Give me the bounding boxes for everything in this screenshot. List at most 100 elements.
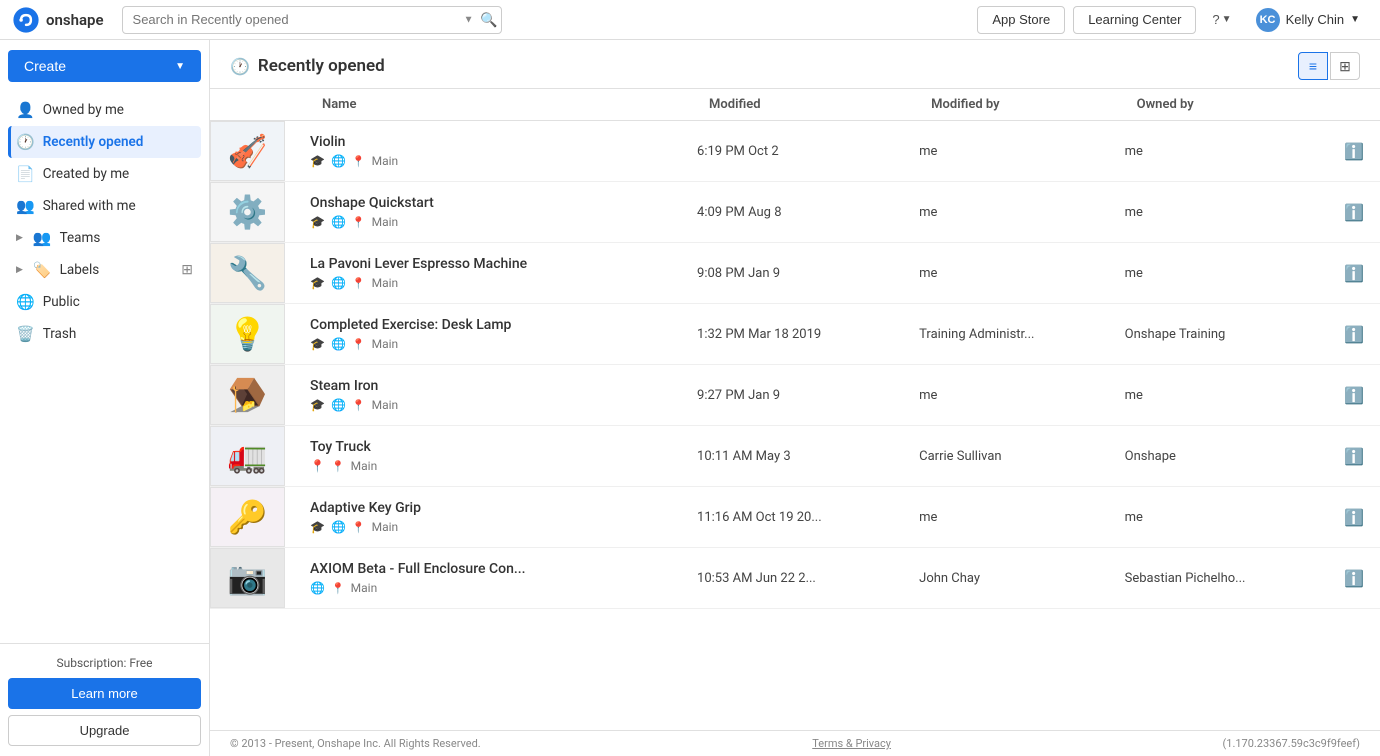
version-text: (1.170.23367.59c3c9f9feef) xyxy=(1223,737,1360,750)
thumb-emoji: 🎻 xyxy=(228,132,268,170)
item-owned-by-cell: Onshape Training xyxy=(1125,304,1340,365)
item-info-icon-cell[interactable]: ℹ️ xyxy=(1340,182,1380,243)
logo[interactable]: onshape xyxy=(12,6,104,34)
type-icon: 🎓 xyxy=(310,398,325,412)
item-info-icon-cell[interactable]: ℹ️ xyxy=(1340,365,1380,426)
table-row[interactable]: 🚛 Toy Truck 📍 📍 Main 10:11 AM May 3 Carr… xyxy=(210,426,1380,487)
visibility-icon: 🌐 xyxy=(331,520,346,534)
search-input[interactable] xyxy=(122,6,502,34)
sidebar-item-label: Public xyxy=(43,294,80,310)
item-thumbnail: 🔑 xyxy=(210,487,285,547)
page-title: Recently opened xyxy=(258,56,385,76)
item-meta: 🎓 🌐 📍 Main xyxy=(310,520,697,534)
thumb-emoji: 🚛 xyxy=(228,437,268,475)
item-info-icon-cell[interactable]: ℹ️ xyxy=(1340,243,1380,304)
sidebar-item-created-by-me[interactable]: 📄 Created by me xyxy=(8,158,201,190)
thumb-emoji: ⚙️ xyxy=(228,193,268,231)
sidebar-item-recently-opened[interactable]: 🕐 Recently opened xyxy=(8,126,201,158)
item-thumbnail-cell: 🔑 xyxy=(210,487,310,548)
sidebar-bottom: Subscription: Free Learn more Upgrade xyxy=(0,643,209,756)
labels-add-icon[interactable]: ⊞ xyxy=(181,262,193,278)
item-modified-by-cell: me xyxy=(919,243,1124,304)
thumb-emoji: 🔑 xyxy=(228,498,268,536)
footer: © 2013 - Present, Onshape Inc. All Right… xyxy=(210,730,1380,756)
item-info: Completed Exercise: Desk Lamp 🎓 🌐 📍 Main xyxy=(310,317,697,351)
table-row[interactable]: 📷 AXIOM Beta - Full Enclosure Con... 🌐 📍… xyxy=(210,548,1380,609)
item-name: AXIOM Beta - Full Enclosure Con... xyxy=(310,561,697,577)
item-name: Onshape Quickstart xyxy=(310,195,697,211)
item-name: Completed Exercise: Desk Lamp xyxy=(310,317,697,333)
branch-icon: 📍 xyxy=(352,216,366,229)
learn-more-button[interactable]: Learn more xyxy=(8,678,201,709)
item-meta: 🎓 🌐 📍 Main xyxy=(310,276,697,290)
item-owned-by-cell: me xyxy=(1125,182,1340,243)
branch-name: Main xyxy=(372,276,399,290)
table-row[interactable]: 🎻 Violin 🎓 🌐 📍 Main 6:19 PM Oct 2 me me … xyxy=(210,121,1380,182)
search-button[interactable]: 🔍 xyxy=(480,11,497,28)
help-icon: ? xyxy=(1212,12,1219,27)
table-row[interactable]: ⚙️ Onshape Quickstart 🎓 🌐 📍 Main 4:09 PM… xyxy=(210,182,1380,243)
item-name-cell: Completed Exercise: Desk Lamp 🎓 🌐 📍 Main xyxy=(310,304,697,365)
item-meta: 🌐 📍 Main xyxy=(310,581,697,595)
table-row[interactable]: 🔧 La Pavoni Lever Espresso Machine 🎓 🌐 📍… xyxy=(210,243,1380,304)
thumb-emoji: 💡 xyxy=(228,315,268,353)
col-modified: Modified xyxy=(697,89,919,121)
create-button[interactable]: Create ▼ xyxy=(8,50,201,82)
nav-right: App Store Learning Center ? ▼ KC Kelly C… xyxy=(977,6,1368,34)
branch-icon: 📍 xyxy=(331,582,345,595)
content-header: 🕐 Recently opened ≡ ⊞ xyxy=(210,40,1380,89)
sidebar-item-owned-by-me[interactable]: 👤 Owned by me xyxy=(8,94,201,126)
col-info xyxy=(1340,89,1380,121)
item-thumbnail: 📷 xyxy=(210,548,285,608)
item-info-icon-cell[interactable]: ℹ️ xyxy=(1340,426,1380,487)
visibility-icon: 🌐 xyxy=(331,398,346,412)
item-modified-cell: 10:53 AM Jun 22 2... xyxy=(697,548,919,609)
sidebar-item-trash[interactable]: 🗑️ Trash xyxy=(8,318,201,350)
item-info-icon-cell[interactable]: ℹ️ xyxy=(1340,487,1380,548)
help-button[interactable]: ? ▼ xyxy=(1204,6,1239,34)
item-info: Onshape Quickstart 🎓 🌐 📍 Main xyxy=(310,195,697,229)
thumb-emoji: 🔧 xyxy=(228,254,268,292)
type-icon: 🎓 xyxy=(310,337,325,351)
item-modified-by-cell: John Chay xyxy=(919,548,1124,609)
item-name-cell: Steam Iron 🎓 🌐 📍 Main xyxy=(310,365,697,426)
item-modified-cell: 10:11 AM May 3 xyxy=(697,426,919,487)
sidebar-item-labels[interactable]: ▶ 🏷️ Labels ⊞ xyxy=(8,254,201,286)
branch-name: Main xyxy=(372,154,399,168)
learning-center-button[interactable]: Learning Center xyxy=(1073,6,1196,34)
search-dropdown-arrow-icon[interactable]: ▼ xyxy=(464,14,474,25)
item-owned-by-cell: Sebastian Pichelho... xyxy=(1125,548,1340,609)
item-info-icon-cell[interactable]: ℹ️ xyxy=(1340,548,1380,609)
list-view-button[interactable]: ≡ xyxy=(1298,52,1328,80)
sidebar-item-label: Owned by me xyxy=(43,102,124,118)
table-row[interactable]: 🔑 Adaptive Key Grip 🎓 🌐 📍 Main 11:16 AM … xyxy=(210,487,1380,548)
user-menu-button[interactable]: KC Kelly Chin ▼ xyxy=(1248,6,1368,34)
labels-chevron-icon: ▶ xyxy=(16,265,23,275)
item-name-cell: AXIOM Beta - Full Enclosure Con... 🌐 📍 M… xyxy=(310,548,697,609)
table-row[interactable]: 💡 Completed Exercise: Desk Lamp 🎓 🌐 📍 Ma… xyxy=(210,304,1380,365)
item-thumbnail: ⚙️ xyxy=(210,182,285,242)
share-icon: 👥 xyxy=(16,197,35,215)
sidebar-item-teams[interactable]: ▶ 👥 Teams xyxy=(8,222,201,254)
type-icon: 🎓 xyxy=(310,215,325,229)
recently-opened-clock-icon: 🕐 xyxy=(230,57,250,76)
item-info-icon-cell[interactable]: ℹ️ xyxy=(1340,121,1380,182)
item-info: La Pavoni Lever Espresso Machine 🎓 🌐 📍 M… xyxy=(310,256,697,290)
sidebar-item-label: Trash xyxy=(43,326,77,342)
item-modified-cell: 9:08 PM Jan 9 xyxy=(697,243,919,304)
sidebar-item-shared-with-me[interactable]: 👥 Shared with me xyxy=(8,190,201,222)
teams-icon: 👥 xyxy=(33,229,52,247)
visibility-icon: 🌐 xyxy=(310,581,325,595)
sidebar-item-public[interactable]: 🌐 Public xyxy=(8,286,201,318)
terms-link[interactable]: Terms & Privacy xyxy=(812,737,891,750)
grid-view-button[interactable]: ⊞ xyxy=(1330,52,1360,80)
app-store-button[interactable]: App Store xyxy=(977,6,1065,34)
table-row[interactable]: 🪤 Steam Iron 🎓 🌐 📍 Main 9:27 PM Jan 9 me… xyxy=(210,365,1380,426)
upgrade-button[interactable]: Upgrade xyxy=(8,715,201,746)
item-meta: 🎓 🌐 📍 Main xyxy=(310,215,697,229)
item-info-icon-cell[interactable]: ℹ️ xyxy=(1340,304,1380,365)
type-icon: 🎓 xyxy=(310,276,325,290)
create-dropdown-arrow-icon: ▼ xyxy=(175,61,185,72)
table-header: Name Modified Modified by Owned by xyxy=(210,89,1380,121)
content-title: 🕐 Recently opened xyxy=(230,56,385,76)
